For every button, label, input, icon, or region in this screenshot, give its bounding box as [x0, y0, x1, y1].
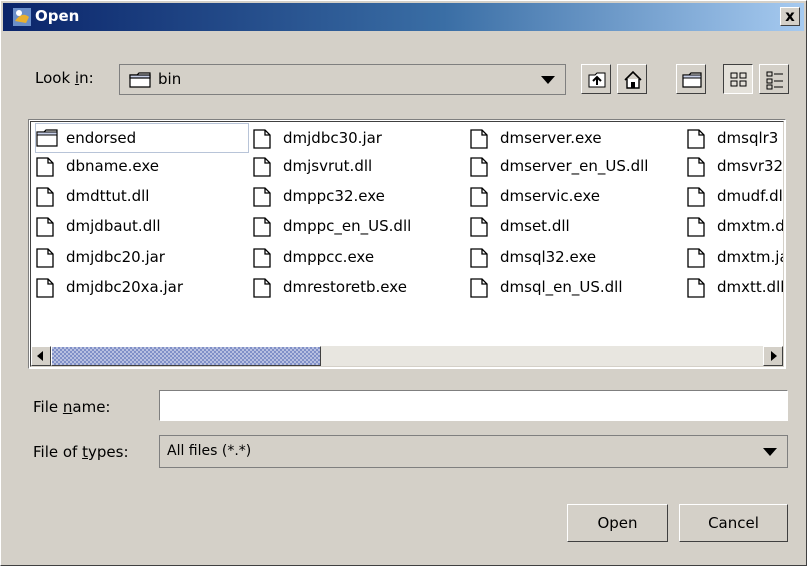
window-title: Open	[35, 7, 80, 25]
file-icon	[687, 157, 705, 177]
file-name: dmsql32.exe	[500, 248, 597, 266]
scroll-right-button[interactable]	[763, 346, 783, 366]
file-name: dmjdbc20.jar	[66, 248, 165, 266]
file-name: dmjsvrut.dll	[283, 157, 373, 175]
file-name: dmservic.exe	[500, 187, 601, 205]
file-icon	[253, 217, 271, 237]
file-icon	[253, 278, 271, 298]
file-type-combo[interactable]: All files (*.*)	[159, 435, 788, 468]
file-name: dmdttut.dll	[66, 187, 150, 205]
title-bar[interactable]: Open x	[3, 3, 804, 31]
cancel-button[interactable]: Cancel	[679, 504, 788, 542]
file-name-input[interactable]	[159, 390, 788, 421]
file-name: dmjdbaut.dll	[66, 217, 161, 235]
open-button[interactable]: Open	[567, 504, 668, 542]
file-name: dmudf.dl	[717, 187, 783, 205]
close-icon: x	[785, 7, 795, 25]
arrow-left-icon	[37, 351, 43, 361]
file-icon	[470, 157, 488, 177]
file-type-label: File of types:	[33, 443, 129, 461]
file-icon	[36, 248, 54, 268]
new-folder-icon	[682, 72, 702, 88]
details-view-button[interactable]	[759, 64, 789, 94]
file-name: dmxtt.dll	[717, 278, 784, 296]
list-view-button[interactable]	[723, 64, 753, 94]
home-button[interactable]	[617, 64, 647, 94]
details-view-icon	[766, 71, 783, 90]
file-icon	[687, 129, 705, 149]
up-one-level-button[interactable]	[581, 64, 611, 94]
folder-item[interactable]: endorsed	[35, 123, 249, 153]
file-icon	[687, 248, 705, 268]
file-name: dmppc32.exe	[283, 187, 385, 205]
look-in-value: bin	[158, 70, 182, 88]
file-name: dmsqlr3	[717, 129, 779, 147]
up-one-level-icon	[588, 72, 606, 88]
file-icon	[470, 217, 488, 237]
scroll-thumb[interactable]	[51, 346, 321, 366]
file-icon	[687, 187, 705, 207]
file-name: dmjdbc30.jar	[283, 129, 382, 147]
file-name: dmsvr32	[717, 157, 784, 175]
chevron-down-icon	[541, 75, 555, 84]
file-name: dmrestoretb.exe	[283, 278, 407, 296]
file-icon	[470, 278, 488, 298]
home-icon	[624, 70, 642, 89]
file-icon	[253, 248, 271, 268]
file-type-value: All files (*.*)	[167, 443, 252, 459]
file-icon	[253, 187, 271, 207]
file-name: dmjdbc20xa.jar	[66, 278, 184, 296]
list-view-icon	[730, 72, 747, 87]
horizontal-scrollbar[interactable]	[31, 346, 783, 366]
file-icon	[470, 248, 488, 268]
file-name: dmset.dll	[500, 217, 570, 235]
chevron-down-icon	[763, 447, 777, 456]
look-in-combo[interactable]: bin	[119, 64, 566, 95]
file-icon	[253, 129, 271, 149]
file-name-label: File name:	[33, 398, 111, 416]
file-name: dmxtm.d	[717, 217, 784, 235]
file-name: dmsql_en_US.dll	[500, 278, 623, 296]
file-icon	[470, 187, 488, 207]
file-name: endorsed	[66, 129, 137, 147]
file-icon	[36, 217, 54, 237]
file-name: dmxtm.ja	[717, 248, 784, 266]
folder-icon	[36, 129, 58, 147]
file-icon	[36, 187, 54, 207]
open-dialog: Open x Look in: bin endorsed dmjdbc30.ja…	[0, 0, 807, 566]
file-name: dmppcc.exe	[283, 248, 375, 266]
java-app-icon	[13, 8, 31, 26]
file-icon	[253, 157, 271, 177]
look-in-label: Look in:	[35, 69, 94, 87]
file-name: dmppc_en_US.dll	[283, 217, 412, 235]
file-name: dbname.exe	[66, 157, 159, 175]
file-icon	[470, 129, 488, 149]
file-icon	[36, 157, 54, 177]
file-list[interactable]: endorsed dmjdbc30.jar dmserver.exe dmsqlr3 d…	[28, 119, 786, 369]
new-folder-button[interactable]	[676, 64, 706, 94]
scroll-left-button[interactable]	[31, 346, 51, 366]
file-name: dmserver_en_US.dll	[500, 157, 649, 175]
file-icon	[36, 278, 54, 298]
close-button[interactable]: x	[780, 7, 800, 26]
file-icon	[687, 278, 705, 298]
file-name: dmserver.exe	[500, 129, 602, 147]
folder-icon	[129, 72, 151, 88]
arrow-right-icon	[771, 351, 777, 361]
file-icon	[687, 217, 705, 237]
